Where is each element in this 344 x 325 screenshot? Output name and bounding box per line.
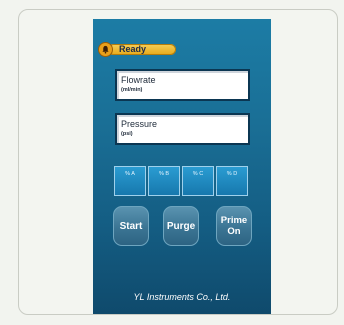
device-screen: Ready Flowrate (ml/min) Pressure (psi) %… — [93, 19, 271, 314]
percent-a-box[interactable]: % A — [114, 166, 146, 196]
alarm-bell-icon — [99, 43, 112, 56]
prime-state-label: On — [227, 226, 241, 237]
pressure-field[interactable]: Pressure (psi) — [115, 113, 250, 145]
flowrate-unit: (ml/min) — [121, 87, 143, 93]
purge-button[interactable]: Purge — [163, 206, 199, 246]
status-indicator: Ready — [99, 43, 177, 56]
flowrate-field[interactable]: Flowrate (ml/min) — [115, 69, 250, 101]
percent-d-box[interactable]: % D — [216, 166, 248, 196]
start-button[interactable]: Start — [113, 206, 149, 246]
percent-c-box[interactable]: % C — [182, 166, 214, 196]
prime-on-button[interactable]: Prime On — [216, 206, 252, 246]
percent-b-box[interactable]: % B — [148, 166, 180, 196]
pressure-label: Pressure — [121, 119, 158, 129]
flowrate-label: Flowrate — [121, 75, 156, 85]
status-label: Ready — [119, 44, 147, 54]
pressure-unit: (psi) — [121, 131, 133, 137]
prime-label: Prime — [220, 215, 248, 226]
company-footer: YL Instruments Co., Ltd. — [133, 292, 231, 302]
